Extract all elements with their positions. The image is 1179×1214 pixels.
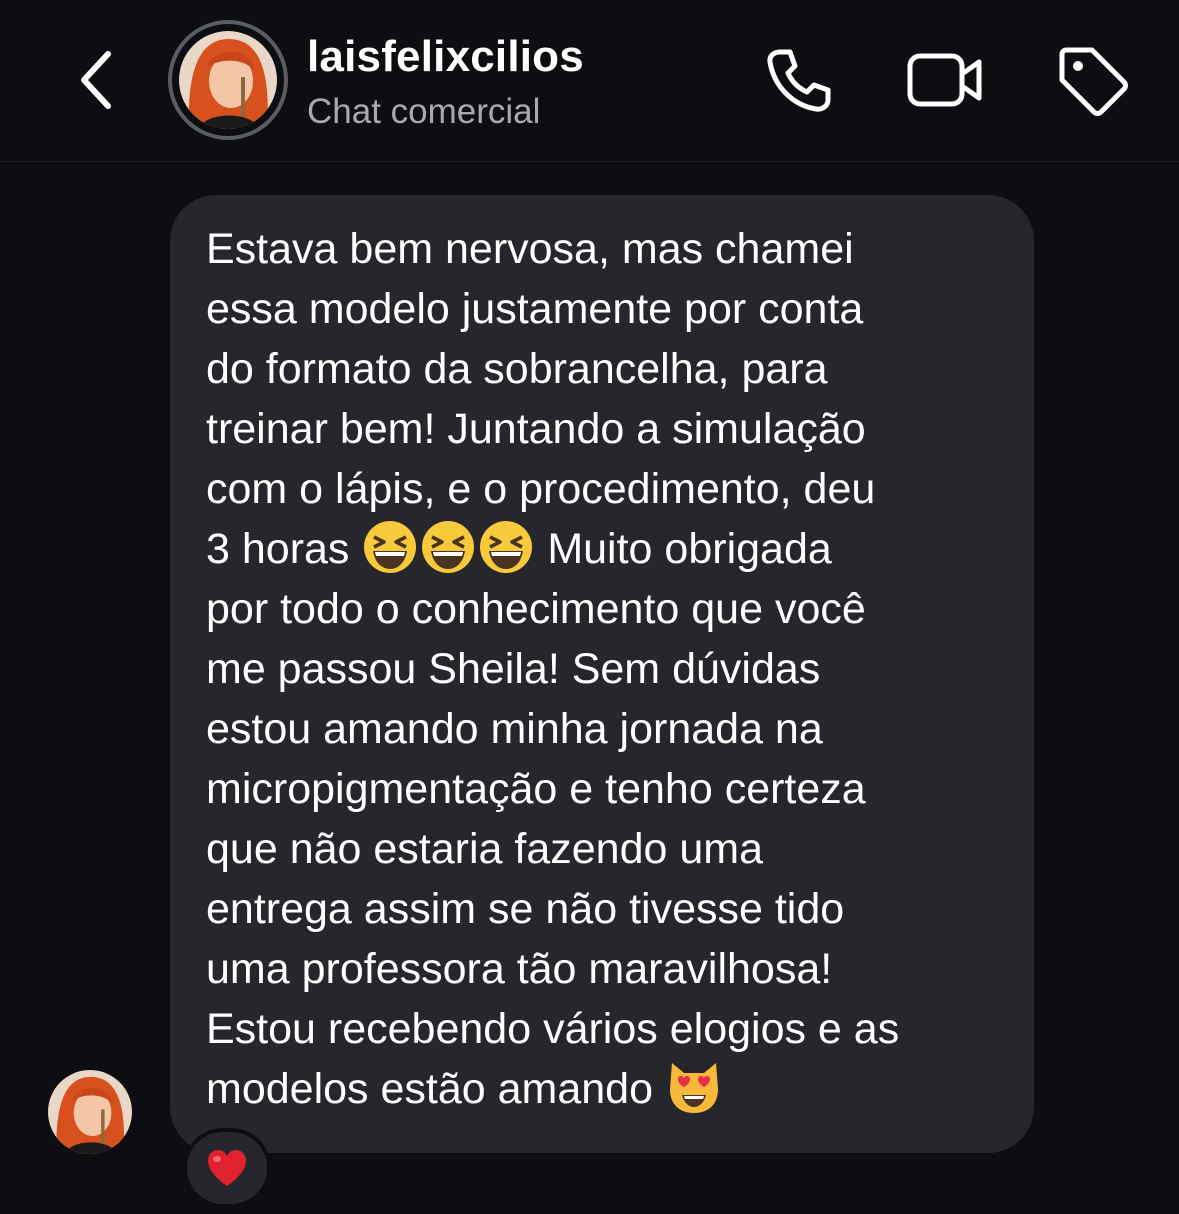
smiling-cat-heart-eyes-icon bbox=[669, 1063, 718, 1113]
chevron-left-icon bbox=[81, 51, 111, 109]
message-text-part1: Estava bem nervosa, mas chamei essa mode… bbox=[206, 225, 876, 573]
label-button[interactable] bbox=[1052, 40, 1132, 120]
chat-header: laisfelixcilios Chat comercial bbox=[0, 0, 1179, 162]
phone-icon bbox=[767, 49, 831, 112]
chat-subtitle: Chat comercial bbox=[307, 92, 541, 131]
back-button[interactable] bbox=[68, 44, 124, 116]
grinning-squinting-face-icon bbox=[422, 521, 475, 573]
profile-photo bbox=[179, 31, 277, 129]
video-camera-icon bbox=[907, 53, 982, 107]
tag-icon bbox=[1059, 47, 1128, 116]
dm-chat-screen: laisfelixcilios Chat comercial Estava be… bbox=[0, 0, 1179, 1214]
grinning-squinting-face-icon bbox=[480, 521, 533, 573]
grinning-squinting-face-icon bbox=[364, 521, 417, 573]
chat-username[interactable]: laisfelixcilios bbox=[307, 32, 584, 82]
header-avatar[interactable] bbox=[168, 20, 288, 140]
message-bubble[interactable]: Estava bem nervosa, mas chamei essa mode… bbox=[170, 195, 1034, 1153]
video-call-button[interactable] bbox=[905, 40, 985, 120]
sender-avatar[interactable] bbox=[48, 1070, 132, 1154]
reaction-badge[interactable] bbox=[183, 1128, 271, 1208]
call-button[interactable] bbox=[758, 40, 838, 120]
message-text-part2: Muito obrigada por todo o conhecimento q… bbox=[206, 525, 900, 1113]
message-text: Estava bem nervosa, mas chamei essa mode… bbox=[206, 219, 1004, 1119]
red-heart-icon bbox=[208, 1150, 246, 1186]
